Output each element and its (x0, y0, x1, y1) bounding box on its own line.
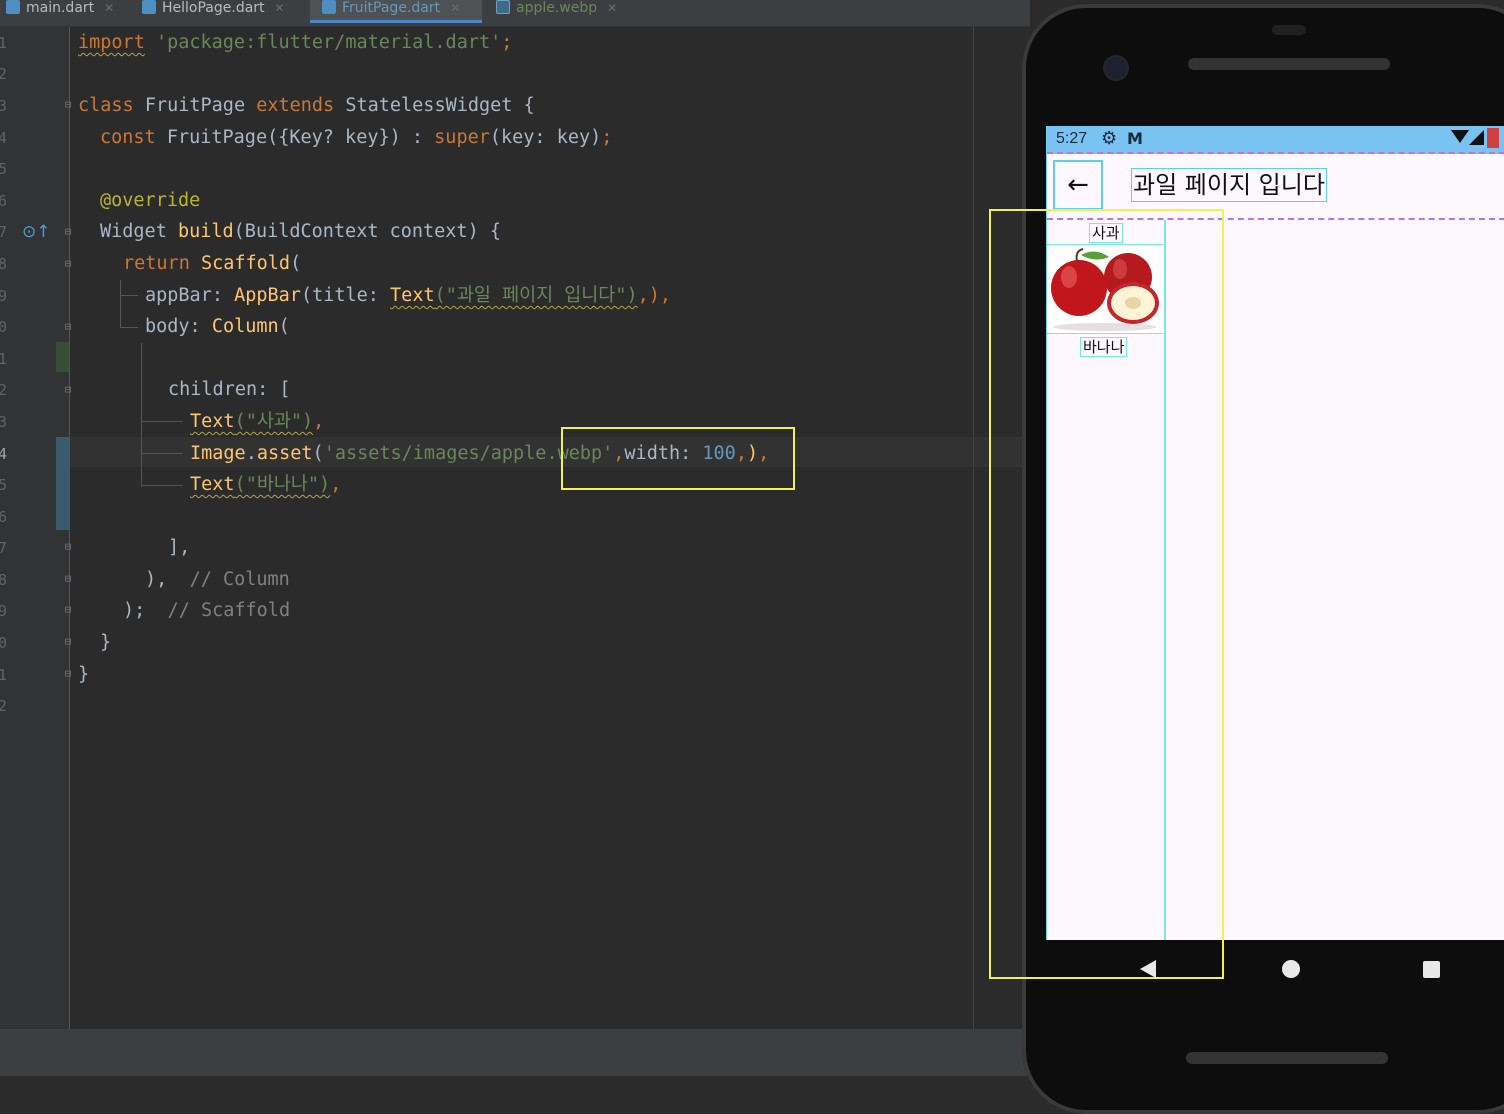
camera-icon (1103, 55, 1129, 81)
code-line[interactable]: class FruitPage extends StatelessWidget … (78, 95, 535, 117)
code-line[interactable]: ), // Column (145, 569, 290, 591)
close-icon[interactable]: ✕ (450, 1, 460, 15)
speaker (1186, 1052, 1388, 1064)
fold-icon[interactable]: ⊟ (62, 540, 74, 554)
line-number: 3 (0, 413, 8, 431)
code-line[interactable]: Text("바나나"), (190, 474, 341, 496)
tab-hellopage-dart[interactable]: HelloPage.dart ✕ (142, 0, 285, 26)
tab-fruitpage-dart[interactable]: FruitPage.dart ✕ (310, 0, 482, 23)
highlight-box (561, 427, 795, 490)
fold-icon[interactable]: ⊟ (62, 635, 74, 649)
line-number: 1 (0, 666, 8, 684)
line-number: 5 (0, 476, 8, 494)
line-number: 7 (0, 223, 8, 241)
code-line[interactable]: const FruitPage({Key? key}) : super(key:… (100, 127, 612, 149)
code-line[interactable]: @override (100, 190, 200, 212)
code-line[interactable]: children: [ (168, 379, 291, 401)
close-icon[interactable]: ✕ (275, 1, 285, 15)
line-number: 9 (0, 287, 8, 305)
line-number: 2 (0, 65, 8, 83)
fold-icon[interactable]: ⊟ (62, 383, 74, 397)
line-number: 1 (0, 350, 8, 368)
nav-recents-icon[interactable] (1423, 961, 1440, 978)
back-button[interactable]: ← (1053, 160, 1103, 210)
line-number: 9 (0, 602, 8, 620)
signal-icon (1469, 130, 1484, 145)
wifi-icon (1451, 130, 1469, 143)
line-number: 2 (0, 381, 8, 399)
line-number: 6 (0, 192, 8, 210)
change-marker (56, 342, 70, 372)
right-margin-guide (973, 27, 974, 1029)
line-number: 8 (0, 255, 8, 273)
change-marker (56, 437, 70, 530)
line-number: 2 (0, 697, 8, 715)
sensor (1272, 25, 1306, 35)
code-line[interactable]: ], (168, 537, 190, 559)
fold-icon[interactable]: ⊟ (62, 98, 74, 112)
line-number: 0 (0, 634, 8, 652)
fold-icon[interactable]: ⊟ (62, 320, 74, 334)
override-marker-icon[interactable]: ⊙↑ (22, 222, 51, 242)
code-line[interactable]: ); // Scaffold (123, 600, 290, 622)
line-number: 8 (0, 571, 8, 589)
code-line[interactable]: appBar: AppBar(title: Text("과일 페이지 입니다")… (145, 285, 671, 307)
line-number: 5 (0, 160, 8, 178)
speaker (1188, 58, 1390, 70)
code-line[interactable]: return Scaffold( (123, 253, 301, 275)
editor-tab-bar: main.dart ✕ HelloPage.dart ✕ FruitPage.dar… (0, 0, 1030, 27)
tab-main-dart[interactable]: main.dart ✕ (0, 0, 114, 26)
ide-status-bar (0, 1029, 1030, 1076)
close-icon[interactable]: ✕ (104, 1, 114, 15)
dart-file-icon (6, 0, 20, 14)
line-number: 0 (0, 318, 8, 336)
code-line[interactable]: } (100, 632, 111, 654)
fold-icon[interactable]: ⊟ (62, 603, 74, 617)
clock: 5:27 (1056, 130, 1088, 147)
line-number: 3 (0, 97, 8, 115)
line-number: 1 (0, 34, 8, 52)
android-status-bar: 5:27 ⚙ M (1047, 126, 1504, 154)
fold-icon[interactable]: ⊟ (62, 257, 74, 271)
arrow-back-icon: ← (1067, 170, 1089, 200)
line-number: 6 (0, 508, 8, 526)
tab-apple-webp[interactable]: apple.webp ✕ (496, 0, 617, 26)
fold-icon[interactable]: ⊟ (62, 225, 74, 239)
highlight-box (989, 209, 1224, 979)
code-line[interactable]: import 'package:flutter/material.dart'; (78, 32, 512, 54)
dart-file-icon (142, 0, 156, 14)
dart-file-icon (322, 0, 336, 14)
image-file-icon (496, 0, 510, 14)
line-number: 4 (0, 445, 8, 463)
fold-icon[interactable]: ⊟ (62, 572, 74, 586)
code-line[interactable]: Widget build(BuildContext context) { (100, 221, 501, 243)
code-line[interactable]: Text("사과"), (190, 411, 324, 433)
app-bar-title: 과일 페이지 입니다 (1131, 168, 1327, 202)
battery-icon (1487, 128, 1499, 148)
code-line[interactable]: body: Column( (145, 316, 290, 338)
close-icon[interactable]: ✕ (607, 1, 617, 15)
gmail-icon: M (1127, 129, 1143, 148)
fold-icon[interactable]: ⊟ (62, 667, 74, 681)
line-number: 7 (0, 539, 8, 557)
settings-icon: ⚙ (1101, 128, 1118, 149)
line-number: 4 (0, 129, 8, 147)
code-line[interactable]: } (78, 664, 89, 686)
nav-home-icon[interactable] (1282, 960, 1300, 978)
